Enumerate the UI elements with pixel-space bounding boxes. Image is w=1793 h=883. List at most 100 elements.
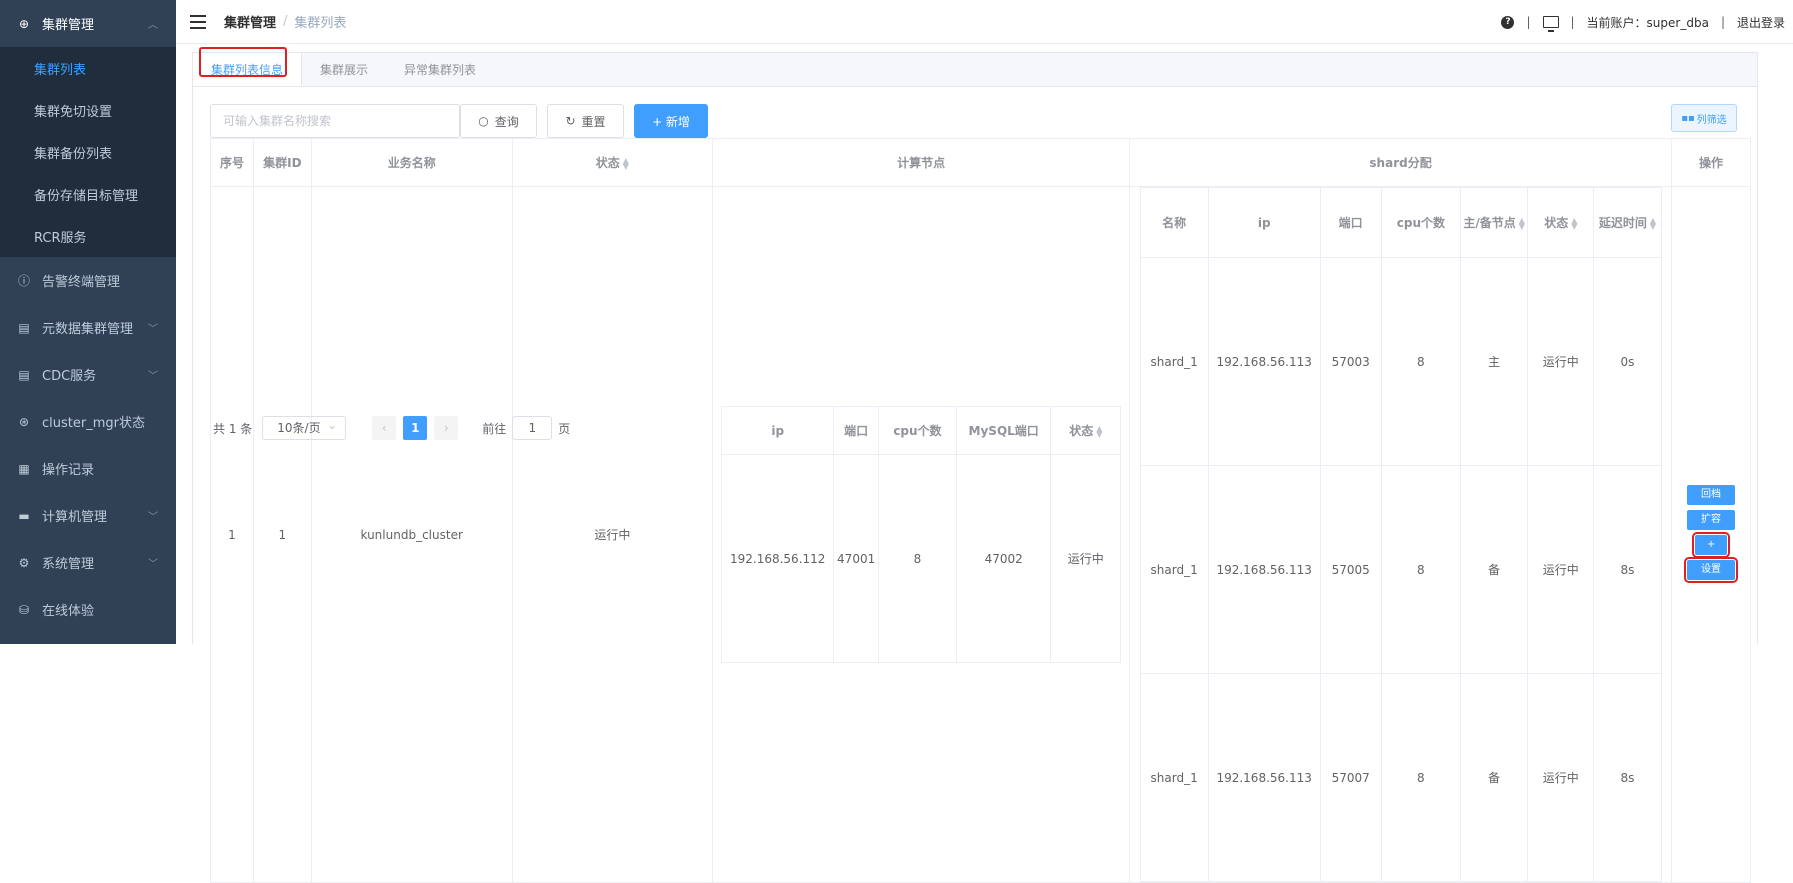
- sort-icon[interactable]: ▲ ▼: [1650, 216, 1656, 230]
- menu-online-experience[interactable]: ⛁ 在线体验: [0, 586, 176, 633]
- gear-icon: ⚙: [18, 555, 30, 570]
- add-button[interactable]: + 新增: [634, 104, 708, 138]
- shard-name: shard_1: [1139, 673, 1209, 882]
- shard-col-status[interactable]: 状态 ▲ ▼: [1527, 187, 1595, 258]
- compute-col-ip: ip: [721, 406, 835, 455]
- content-panel: 集群列表信息 集群展示 异常集群列表 可输入集群名称搜索 ○ 查询 ↻ 重置 +…: [192, 47, 1758, 883]
- shard-name: shard_1: [1139, 257, 1209, 466]
- shard-col-cpu: cpu个数: [1380, 187, 1462, 258]
- compute-cpu: 8: [877, 454, 957, 663]
- chevron-down-icon: ﹀: [148, 512, 158, 523]
- menu-computer-management[interactable]: ▬ 计算机管理 ﹀: [0, 492, 176, 539]
- shard-col-delay[interactable]: 延迟时间 ▲ ▼: [1593, 187, 1662, 258]
- reset-button[interactable]: ↻ 重置: [547, 104, 624, 138]
- storage-icon: ▤: [18, 367, 30, 382]
- sort-icon[interactable]: ▲ ▼: [623, 156, 629, 170]
- menu-label: 计算机管理: [42, 510, 108, 525]
- rollback-button[interactable]: 回档: [1687, 484, 1736, 505]
- col-status[interactable]: 状态 ▲ ▼: [511, 138, 714, 187]
- col-index: 序号: [210, 138, 254, 187]
- shard-col-role[interactable]: 主/备节点 ▲ ▼: [1460, 187, 1529, 258]
- reset-label: 重置: [581, 114, 606, 129]
- cell-status: 运行中: [511, 186, 714, 883]
- shard-col-port: 端口: [1319, 187, 1382, 258]
- menu-cdc[interactable]: ▤ CDC服务 ﹀: [0, 351, 176, 398]
- more-button[interactable]: +: [1692, 531, 1731, 558]
- page-suffix: 页: [558, 421, 571, 436]
- col-compute-nodes: 计算节点: [712, 138, 1131, 187]
- sort-icon[interactable]: ▲ ▼: [1096, 424, 1102, 438]
- submenu-cluster: 集群列表 集群免切设置 集群备份列表 备份存储目标管理 RCR服务: [0, 47, 176, 257]
- shard-row: shard_1 192.168.56.113 57005 8 备 运行中 8s: [1139, 465, 1662, 674]
- chevron-down-icon: ﹀: [148, 371, 158, 382]
- document-icon: ▦: [18, 461, 30, 476]
- table-row: 1 1 kunlundb_cluster 运行中 ip 端口 cpu个数 MyS…: [210, 186, 1751, 883]
- menu-label: cluster_mgr状态: [42, 416, 145, 431]
- sort-icon[interactable]: ▲ ▼: [1519, 216, 1525, 230]
- menu-alarm-terminal[interactable]: ⓘ 告警终端管理: [0, 257, 176, 304]
- compute-col-status[interactable]: 状态 ▲ ▼: [1050, 406, 1122, 455]
- page-size-select[interactable]: 10条/页: [262, 414, 347, 440]
- sidebar-item-rcr[interactable]: RCR服务: [0, 215, 176, 257]
- menu-system-management[interactable]: ⚙ 系统管理 ﹀: [0, 539, 176, 586]
- current-account: 当前账户：super_dba: [1586, 15, 1709, 30]
- hamburger-icon[interactable]: [190, 14, 206, 29]
- tab-cluster-display[interactable]: 集群展示: [302, 53, 386, 86]
- monitor-icon[interactable]: [1542, 16, 1559, 32]
- menu-cluster-mgr-status[interactable]: ⊛ cluster_mgr状态: [0, 398, 176, 445]
- divider: |: [1526, 15, 1531, 29]
- sidebar-item-cluster-list[interactable]: 集群列表: [0, 47, 176, 89]
- sidebar: ⊕ 集群管理 ︿ 集群列表 集群免切设置 集群备份列表 备份存储目标管理 RCR…: [0, 0, 176, 644]
- menu-metadata-cluster[interactable]: ▤ 元数据集群管理 ﹀: [0, 304, 176, 351]
- shard-port: 57003: [1319, 257, 1382, 466]
- shard-delay: 8s: [1593, 673, 1662, 882]
- shard-col-name: 名称: [1139, 187, 1209, 258]
- col-shard-allocation: shard分配: [1129, 138, 1673, 187]
- next-page-button[interactable]: ›: [434, 416, 459, 440]
- search-icon: ○: [478, 114, 489, 128]
- menu-label: 告警终端管理: [42, 275, 121, 290]
- shard-delay-label: 延迟时间: [1598, 216, 1647, 230]
- logout-link[interactable]: 退出登录: [1737, 14, 1785, 31]
- header-actions: ? | | 当前账户：super_dba | 退出登录: [1501, 0, 1785, 44]
- shard-delay: 0s: [1593, 257, 1662, 466]
- topbar: 集群管理 / 集群列表 ? | | 当前账户：super_dba | 退出登录: [176, 0, 1793, 44]
- shard-role: 备: [1460, 673, 1529, 882]
- menu-label: 在线体验: [42, 604, 95, 619]
- plus-circle-icon: ⊕: [18, 16, 30, 31]
- menu-operation-log[interactable]: ▦ 操作记录: [0, 445, 176, 492]
- sidebar-item-failover-settings[interactable]: 集群免切设置: [0, 89, 176, 131]
- query-button[interactable]: ○ 查询: [460, 104, 537, 138]
- table-header-row: 序号 集群ID 业务名称 状态 ▲ ▼ 计算节点 shard分配 操作: [210, 138, 1751, 187]
- shard-port: 57005: [1319, 465, 1382, 674]
- shard-status: 运行中: [1527, 257, 1595, 466]
- column-filter-button[interactable]: ▪▪ 列筛选: [1671, 104, 1737, 132]
- breadcrumb-cluster-management[interactable]: 集群管理: [224, 12, 276, 31]
- compute-mysql-port: 47002: [955, 454, 1052, 663]
- settings-button[interactable]: 设置: [1684, 556, 1739, 583]
- shard-name: shard_1: [1139, 465, 1209, 674]
- shard-status: 运行中: [1527, 673, 1595, 882]
- help-icon[interactable]: ?: [1501, 15, 1515, 29]
- page-number-current[interactable]: 1: [403, 416, 428, 440]
- menu-label: 元数据集群管理: [42, 322, 134, 337]
- menu-cluster-management[interactable]: ⊕ 集群管理 ︿: [0, 0, 176, 47]
- sidebar-item-backup-list[interactable]: 集群备份列表: [0, 131, 176, 173]
- compute-status-label: 状态: [1069, 424, 1094, 438]
- col-business-name: 业务名称: [310, 138, 513, 187]
- compute-ip: 192.168.56.112: [721, 454, 835, 663]
- tab-abnormal-clusters[interactable]: 异常集群列表: [386, 53, 494, 86]
- shard-header-row: 名称 ip 端口 cpu个数 主/备节点 ▲ ▼ 状态 ▲ ▼ 延迟时间 ▲ ▼: [1139, 187, 1662, 258]
- prev-page-button[interactable]: ‹: [372, 416, 397, 440]
- shard-cpu: 8: [1380, 465, 1462, 674]
- sort-icon[interactable]: ▲ ▼: [1571, 216, 1577, 230]
- expand-button[interactable]: 扩容: [1687, 509, 1736, 530]
- sidebar-item-backup-storage[interactable]: 备份存储目标管理: [0, 173, 176, 215]
- breadcrumb-cluster-list: 集群列表: [294, 16, 347, 31]
- search-input[interactable]: 可输入集群名称搜索: [210, 104, 460, 138]
- goto-page-input[interactable]: 1: [512, 416, 553, 440]
- shard-status: 运行中: [1527, 465, 1595, 674]
- menu-label: 系统管理: [42, 557, 95, 572]
- chevron-down-icon: ﹀: [148, 559, 158, 570]
- shard-delay: 8s: [1593, 465, 1662, 674]
